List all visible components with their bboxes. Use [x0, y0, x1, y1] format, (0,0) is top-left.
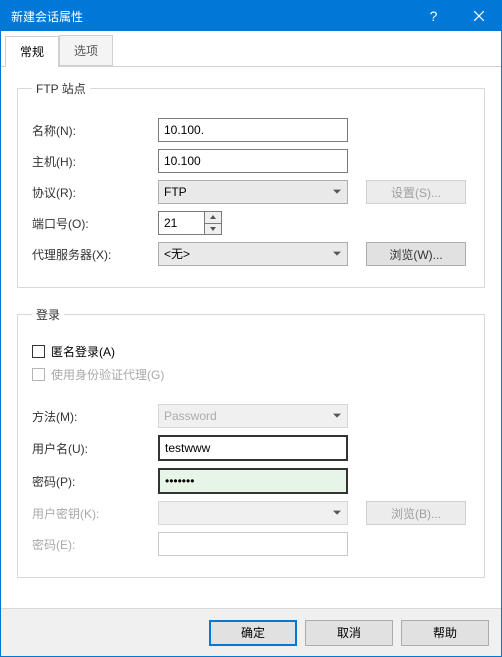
settings-button[interactable]: 设置(S)...: [366, 180, 466, 204]
method-select: Password: [158, 404, 348, 428]
name-label: 名称(N):: [32, 122, 158, 139]
close-button[interactable]: [456, 1, 501, 31]
ident-checkbox: [32, 368, 45, 381]
ftp-site-legend: FTP 站点: [32, 80, 90, 97]
login-legend: 登录: [32, 306, 64, 323]
tab-general[interactable]: 常规: [5, 36, 59, 67]
footer: 确定 取消 帮助: [1, 608, 501, 656]
dialog-window: 新建会话属性 ? 常规 选项 FTP 站点 名称(N): 主机(H): 协议(R…: [0, 0, 502, 657]
anon-label: 匿名登录(A): [51, 343, 115, 360]
proxy-browse-button[interactable]: 浏览(W)...: [366, 242, 466, 266]
ok-button[interactable]: 确定: [209, 620, 297, 646]
keypass-input: [158, 532, 348, 556]
help-button[interactable]: ?: [411, 1, 456, 31]
ftp-site-group: FTP 站点 名称(N): 主机(H): 协议(R): FTP: [17, 80, 485, 288]
username-input[interactable]: [158, 435, 348, 461]
spin-up-icon[interactable]: [204, 211, 222, 224]
help-footer-button[interactable]: 帮助: [401, 620, 489, 646]
protocol-label: 协议(R):: [32, 184, 158, 201]
proxy-select[interactable]: <无>: [158, 242, 348, 266]
window-title: 新建会话属性: [11, 8, 411, 25]
port-spinner[interactable]: [204, 211, 222, 235]
titlebar: 新建会话属性 ?: [1, 1, 501, 31]
keyfile-label: 用户密钥(K):: [32, 505, 158, 522]
tab-strip: 常规 选项: [1, 31, 501, 67]
user-label: 用户名(U):: [32, 440, 158, 457]
ident-checkbox-row: 使用身份验证代理(G): [32, 366, 470, 383]
proxy-label: 代理服务器(X):: [32, 246, 158, 263]
name-input[interactable]: [158, 118, 348, 142]
host-label: 主机(H):: [32, 153, 158, 170]
keypass-label: 密码(E):: [32, 536, 158, 553]
cancel-button[interactable]: 取消: [305, 620, 393, 646]
anon-checkbox-row[interactable]: 匿名登录(A): [32, 343, 470, 360]
ident-label: 使用身份验证代理(G): [51, 366, 164, 383]
method-label: 方法(M):: [32, 408, 158, 425]
keyfile-select: [158, 501, 348, 525]
protocol-select[interactable]: FTP: [158, 180, 348, 204]
port-input[interactable]: [158, 211, 204, 235]
port-label: 端口号(O):: [32, 215, 158, 232]
spin-down-icon[interactable]: [204, 224, 222, 236]
login-group: 登录 匿名登录(A) 使用身份验证代理(G) 方法(M): Password: [17, 306, 485, 578]
password-input[interactable]: [158, 468, 348, 494]
keyfile-browse-button: 浏览(B)...: [366, 501, 466, 525]
host-input[interactable]: [158, 149, 348, 173]
pass-label: 密码(P):: [32, 473, 158, 490]
tab-options[interactable]: 选项: [59, 35, 113, 66]
anon-checkbox[interactable]: [32, 345, 45, 358]
content-area: FTP 站点 名称(N): 主机(H): 协议(R): FTP: [1, 66, 501, 608]
